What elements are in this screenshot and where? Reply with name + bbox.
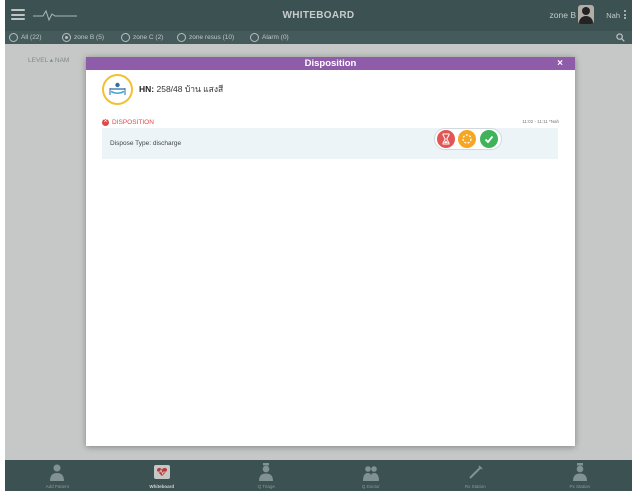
section-title-text: DISPOSITION bbox=[112, 119, 154, 126]
hn-value: 258/48 บ้าน แสงสี bbox=[156, 84, 224, 94]
dispose-type-label: Dispose Type: discharge bbox=[110, 140, 182, 147]
status-done-button[interactable] bbox=[480, 130, 498, 148]
hourglass-icon bbox=[442, 133, 450, 145]
spinner-icon bbox=[462, 134, 472, 144]
dispose-row: Dispose Type: discharge bbox=[102, 128, 558, 159]
disposition-modal: Disposition × HN: 258/48 บ้าน แสงสี DISP… bbox=[86, 57, 575, 446]
disposition-section-title: DISPOSITION bbox=[102, 117, 154, 127]
hn-label: HN: bbox=[139, 84, 155, 94]
status-waiting-button[interactable] bbox=[437, 130, 455, 148]
remove-circle-icon[interactable] bbox=[102, 117, 109, 127]
modal-header: Disposition × bbox=[86, 57, 575, 70]
patient-info: HN: 258/48 บ้าน แสงสี bbox=[102, 73, 223, 105]
status-in-progress-button[interactable] bbox=[458, 130, 476, 148]
disposition-timestamp: 11:02 - 11:11 *Nah bbox=[522, 119, 559, 124]
close-icon[interactable]: × bbox=[557, 57, 563, 70]
app-root: WHITEBOARD zone B Nah All (22) zone B (5… bbox=[5, 0, 632, 491]
patient-hn: HN: 258/48 บ้าน แสงสี bbox=[139, 82, 223, 96]
check-icon bbox=[484, 135, 494, 144]
modal-title: Disposition bbox=[304, 58, 357, 69]
patient-bed-icon bbox=[102, 73, 133, 105]
